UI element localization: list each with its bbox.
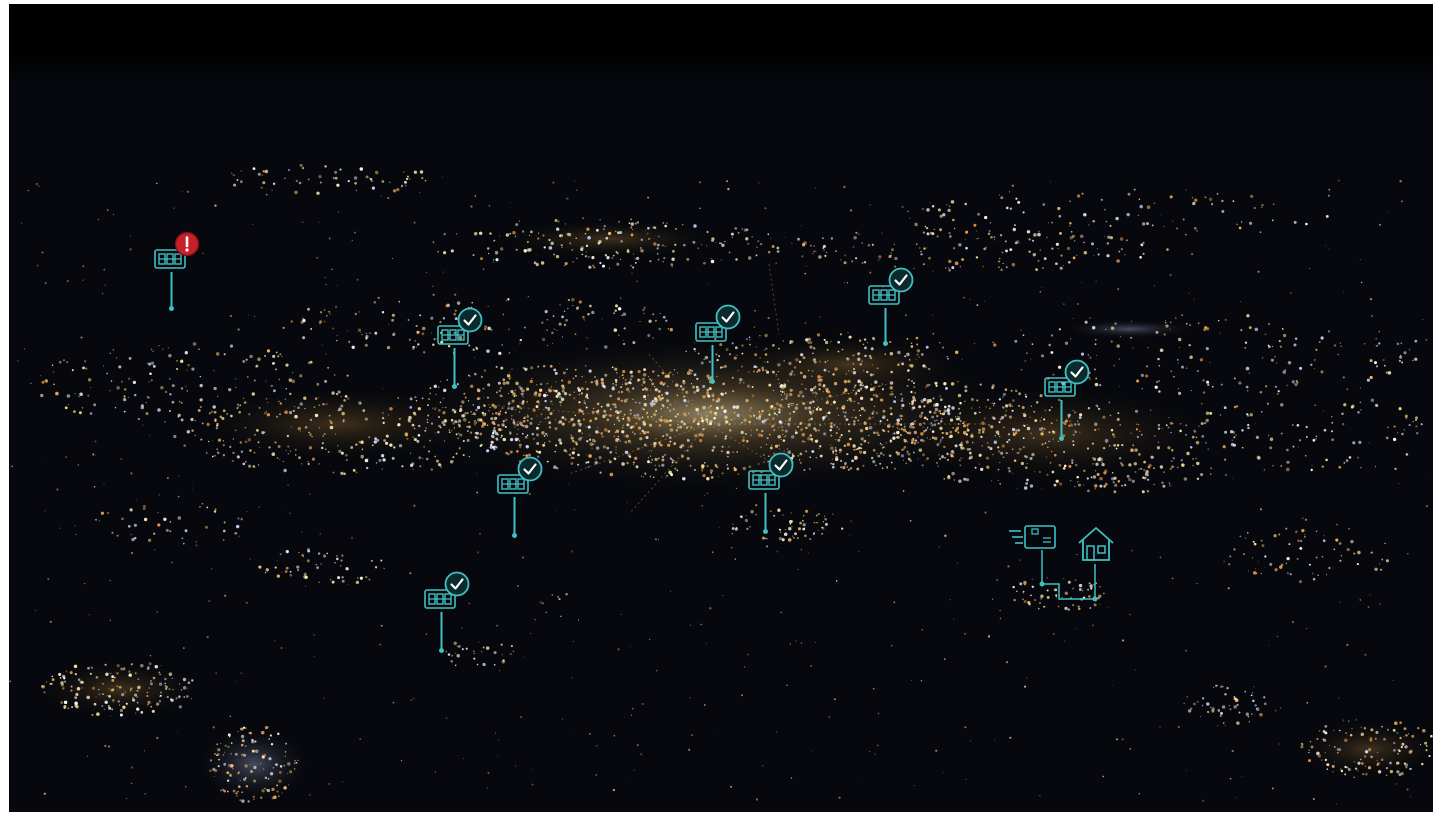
exclamation-icon xyxy=(174,231,200,257)
facility-marker[interactable] xyxy=(695,304,741,384)
checkmark-icon xyxy=(1064,359,1090,385)
marker-stem xyxy=(884,308,886,343)
map-view xyxy=(9,4,1433,812)
facility-marker[interactable] xyxy=(154,231,200,311)
facility-marker[interactable] xyxy=(868,267,914,346)
delivery-package-icon xyxy=(1009,525,1056,549)
checkmark-icon xyxy=(888,267,914,293)
marker-anchor-dot xyxy=(451,383,457,389)
facility-ok-status[interactable] xyxy=(437,307,485,347)
checkmark-icon xyxy=(444,571,470,597)
facility-ok-status[interactable] xyxy=(1044,359,1092,399)
marker-stem xyxy=(513,497,515,535)
facility-marker[interactable] xyxy=(437,307,483,389)
checkmark-icon xyxy=(457,307,483,333)
marker-anchor-dot xyxy=(511,532,517,538)
marker-stem xyxy=(711,345,713,381)
marker-stem xyxy=(764,493,766,531)
facility-ok-status[interactable] xyxy=(868,267,916,307)
checkmark-icon xyxy=(715,304,741,330)
marker-stem xyxy=(440,612,442,650)
marker-stem xyxy=(453,348,455,386)
facility-marker[interactable] xyxy=(424,571,470,653)
delivery-route[interactable] xyxy=(999,520,1119,608)
marker-anchor-dot xyxy=(1058,435,1064,441)
marker-anchor-dot xyxy=(882,340,888,346)
facility-ok-status[interactable] xyxy=(748,452,796,492)
checkmark-icon xyxy=(768,452,794,478)
marker-stem xyxy=(170,272,172,308)
marker-anchor-dot xyxy=(762,528,768,534)
facility-alert-status[interactable] xyxy=(154,231,202,271)
marker-anchor-dot xyxy=(438,647,444,653)
marker-anchor-dot xyxy=(709,378,715,384)
facility-marker[interactable] xyxy=(748,452,794,534)
facility-ok-status[interactable] xyxy=(497,456,545,496)
city-night-lights xyxy=(9,4,1433,812)
marker-stem xyxy=(1060,400,1062,438)
facility-ok-status[interactable] xyxy=(424,571,472,611)
facility-marker[interactable] xyxy=(1044,359,1090,441)
house-icon xyxy=(1078,527,1114,561)
checkmark-icon xyxy=(517,456,543,482)
facility-marker[interactable] xyxy=(497,456,543,538)
facility-ok-status[interactable] xyxy=(695,304,743,344)
marker-anchor-dot xyxy=(168,305,174,311)
